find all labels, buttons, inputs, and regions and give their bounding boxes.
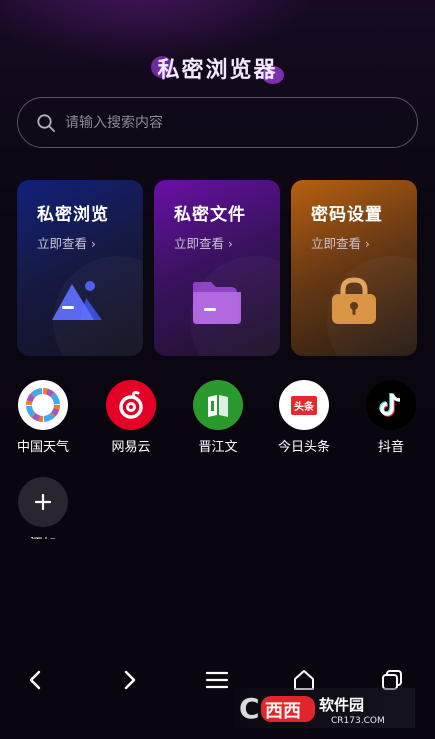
- view-now-link[interactable]: 立即查看 ›: [311, 233, 417, 252]
- card-title: 私密浏览: [37, 205, 109, 225]
- app-toutiao[interactable]: 头条 今日头条: [264, 380, 344, 455]
- chevron-left-icon: [29, 670, 41, 690]
- app-label: 网易云: [111, 440, 151, 455]
- card-private-browse[interactable]: 私密浏览 立即查看 ›: [17, 180, 143, 356]
- watermark-logo: C 西西 软件园 CR173.COM: [235, 688, 415, 728]
- app-china-weather[interactable]: 中国天气: [3, 380, 83, 455]
- app-title: 私密浏览器: [157, 58, 278, 83]
- netease-music-icon: [106, 380, 156, 430]
- toutiao-icon: 头条: [279, 380, 329, 430]
- svg-text:软件园: 软件园: [319, 696, 364, 714]
- back-button[interactable]: [16, 660, 56, 700]
- menu-button[interactable]: [197, 660, 237, 700]
- search-icon: [36, 113, 56, 133]
- folder-icon: [187, 276, 247, 328]
- add-label: 添加: [3, 533, 83, 539]
- app-label: 中国天气: [16, 440, 69, 455]
- lock-icon: [324, 276, 384, 328]
- view-now-link[interactable]: 立即查看 ›: [174, 233, 280, 252]
- app-label: 今日头条: [277, 440, 330, 455]
- douyin-icon: [366, 380, 416, 430]
- app-label: 抖音: [377, 440, 404, 455]
- app-label: 晋江文: [198, 440, 238, 455]
- book-icon: [193, 380, 243, 430]
- card-password-settings[interactable]: 密码设置 立即查看 ›: [291, 180, 417, 356]
- app-netease-music[interactable]: 网易云: [91, 380, 171, 455]
- search-input[interactable]: [65, 114, 365, 131]
- forward-button[interactable]: [109, 660, 149, 700]
- image-icon: [50, 276, 110, 328]
- search-bar[interactable]: [17, 97, 418, 148]
- card-private-files[interactable]: 私密文件 立即查看 ›: [154, 180, 280, 356]
- card-title: 私密文件: [174, 205, 246, 225]
- svg-text:西西: 西西: [265, 701, 301, 722]
- view-now-link[interactable]: 立即查看 ›: [37, 233, 143, 252]
- app-jinjiang[interactable]: 晋江文: [178, 380, 258, 455]
- china-weather-icon: [18, 380, 68, 430]
- menu-icon: [205, 671, 229, 689]
- add-shortcut-button[interactable]: 添加: [3, 477, 83, 539]
- svg-text:CR173.COM: CR173.COM: [331, 716, 385, 726]
- browser-home: 私密浏览器 私密浏览 立即查看› 私密文件 立即查看›: [0, 0, 435, 739]
- plus-icon: [18, 477, 68, 527]
- card-title: 密码设置: [311, 205, 383, 225]
- app-douyin[interactable]: 抖音: [351, 380, 431, 455]
- chevron-right-icon: [124, 670, 136, 690]
- svg-text:C: C: [239, 692, 260, 725]
